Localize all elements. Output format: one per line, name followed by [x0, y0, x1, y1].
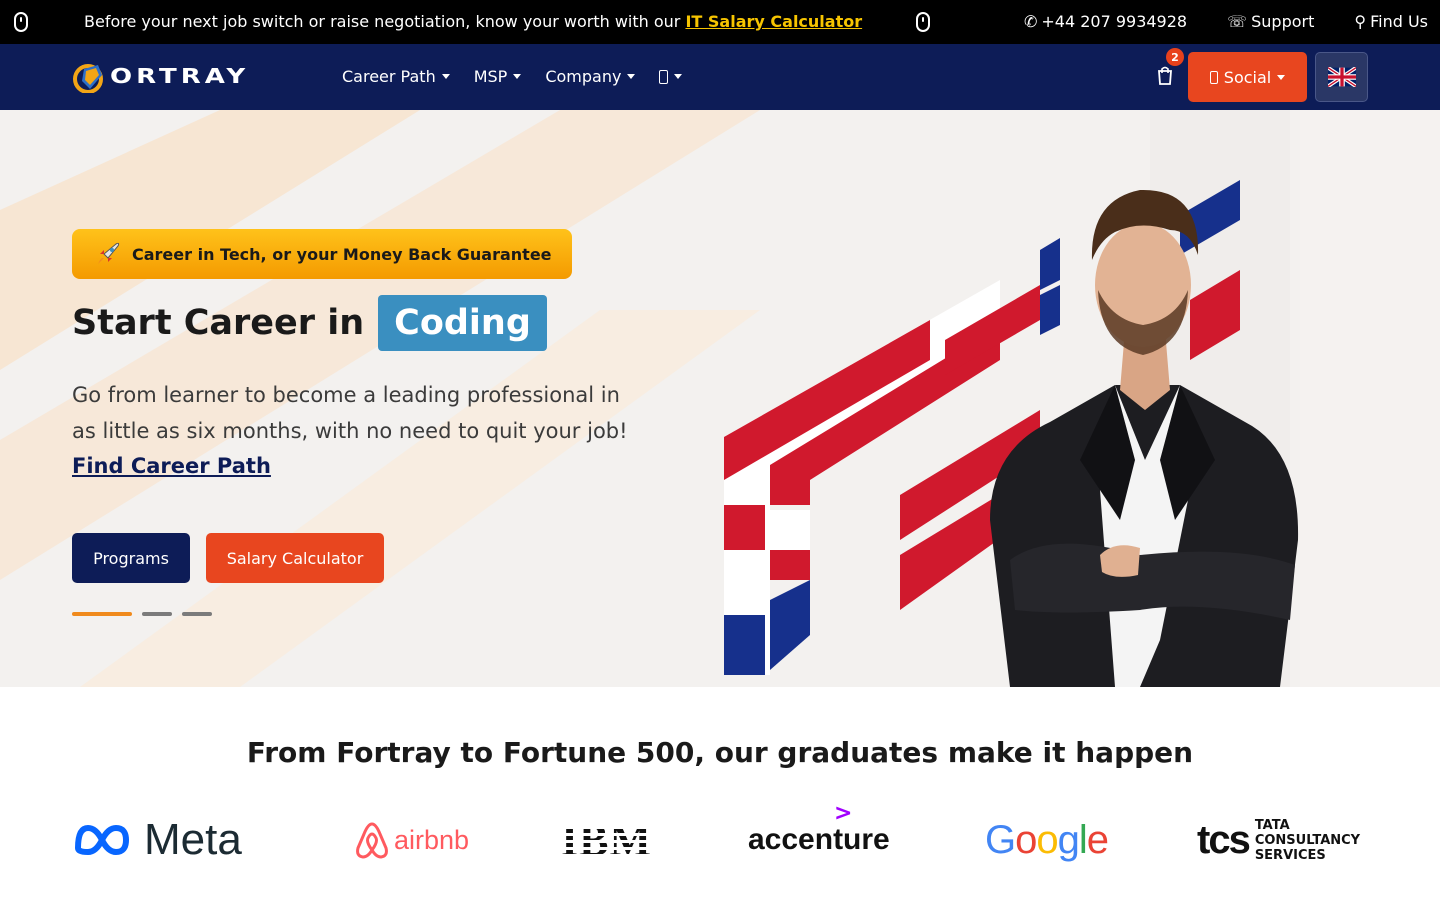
- money-back-text: Career in Tech, or your Money Back Guara…: [132, 244, 552, 264]
- support-label: Support: [1251, 12, 1315, 31]
- phone-number: +44 207 9934928: [1041, 12, 1188, 31]
- accenture-logo: > accenture: [748, 801, 900, 870]
- announcement-text: Before your next job switch or raise neg…: [84, 12, 686, 31]
- chevron-down-icon: [513, 74, 522, 79]
- hero-description: Go from learner to become a leading prof…: [72, 378, 642, 485]
- carousel-dot[interactable]: [72, 612, 132, 616]
- primary-menu: Career Path MSP Company: [342, 67, 683, 86]
- fortray-logo[interactable]: ORTRAY: [72, 60, 282, 94]
- partners-heading: From Fortray to Fortune 500, our graduat…: [246, 736, 1194, 769]
- airbnb-wordmark: airbnb: [394, 824, 470, 855]
- logo-wordmark: ORTRAY: [110, 65, 250, 89]
- rocket-icon: [98, 242, 120, 264]
- headset-icon: ☏: [1227, 12, 1248, 31]
- tcs-mark: tcs: [1197, 817, 1251, 862]
- salary-calculator-button[interactable]: Salary Calculator: [206, 533, 384, 583]
- money-back-badge: Career in Tech, or your Money Back Guara…: [72, 229, 572, 279]
- find-us-link[interactable]: ⚲ Find Us: [1354, 12, 1428, 31]
- carousel-dot[interactable]: [182, 612, 212, 616]
- mouse-icon: [913, 11, 933, 33]
- chevron-down-icon: [674, 74, 683, 79]
- phone-link[interactable]: ✆ +44 207 9934928: [1024, 12, 1187, 31]
- find-career-path-link[interactable]: Find Career Path: [72, 454, 271, 478]
- hero-headline: Start Career in Coding: [72, 295, 547, 351]
- meta-logo: Meta: [72, 810, 268, 870]
- ibm-wordmark: IBM: [561, 815, 652, 865]
- programs-button[interactable]: Programs: [72, 533, 190, 583]
- shield-logo-icon: [73, 64, 103, 93]
- airbnb-belo-icon: [356, 822, 388, 859]
- headline-prefix: Start Career in: [72, 303, 365, 343]
- partner-logos: Meta airbnb IBM > accenture Google tcs T…: [72, 801, 1368, 870]
- mouse-icon: [11, 11, 31, 33]
- airbnb-logo: airbnb: [354, 810, 474, 870]
- chevron-down-icon: [1277, 74, 1286, 80]
- accenture-chevron-icon: >: [834, 801, 853, 826]
- meta-wordmark: Meta: [144, 815, 242, 864]
- headline-highlight: Coding: [378, 295, 547, 351]
- menu-career-path[interactable]: Career Path: [342, 67, 450, 86]
- google-wordmark: Google: [985, 817, 1109, 862]
- carousel-dot[interactable]: [142, 612, 172, 616]
- hero-carousel: Career in Tech, or your Money Back Guara…: [0, 110, 1440, 687]
- chevron-down-icon: [441, 74, 450, 79]
- uk-flag-icon: [1327, 67, 1356, 87]
- cart-icon[interactable]: [1156, 66, 1174, 86]
- menu-company[interactable]: Company: [545, 67, 636, 86]
- announcement-bar: Before your next job switch or raise neg…: [0, 0, 1440, 44]
- hero-illustration: [724, 180, 1299, 687]
- main-navbar: ORTRAY Career Path MSP Company 2 Social: [0, 44, 1440, 110]
- tcs-wordmark: TATA CONSULTANCY SERVICES: [1254, 817, 1361, 863]
- announcement-message: Before your next job switch or raise neg…: [84, 12, 862, 31]
- support-link[interactable]: ☏ Support: [1227, 12, 1314, 31]
- tcs-logo: tcs TATA CONSULTANCY SERVICES: [1197, 810, 1368, 870]
- ibm-logo: IBM: [561, 810, 661, 870]
- hero-description-text: Go from learner to become a leading prof…: [72, 383, 628, 443]
- menu-more[interactable]: [659, 67, 683, 86]
- find-us-label: Find Us: [1370, 12, 1428, 31]
- cart-count-badge: 2: [1166, 48, 1184, 66]
- carousel-indicators: [72, 612, 212, 616]
- share-icon: [1209, 70, 1218, 84]
- salary-calculator-link[interactable]: IT Salary Calculator: [685, 12, 862, 31]
- more-icon: [659, 69, 669, 84]
- google-logo: Google: [985, 810, 1111, 870]
- menu-label: Career Path: [342, 67, 436, 86]
- language-selector[interactable]: [1315, 52, 1368, 102]
- social-label: Social: [1223, 67, 1272, 87]
- menu-label: MSP: [473, 67, 508, 86]
- map-pin-icon: ⚲: [1354, 12, 1367, 31]
- menu-label: Company: [545, 67, 622, 86]
- chevron-down-icon: [627, 74, 636, 79]
- phone-icon: ✆: [1023, 12, 1038, 31]
- meta-infinity-icon: [74, 824, 130, 856]
- accenture-wordmark: accenture: [748, 823, 890, 856]
- social-dropdown-button[interactable]: Social: [1188, 52, 1307, 102]
- menu-msp[interactable]: MSP: [474, 67, 522, 86]
